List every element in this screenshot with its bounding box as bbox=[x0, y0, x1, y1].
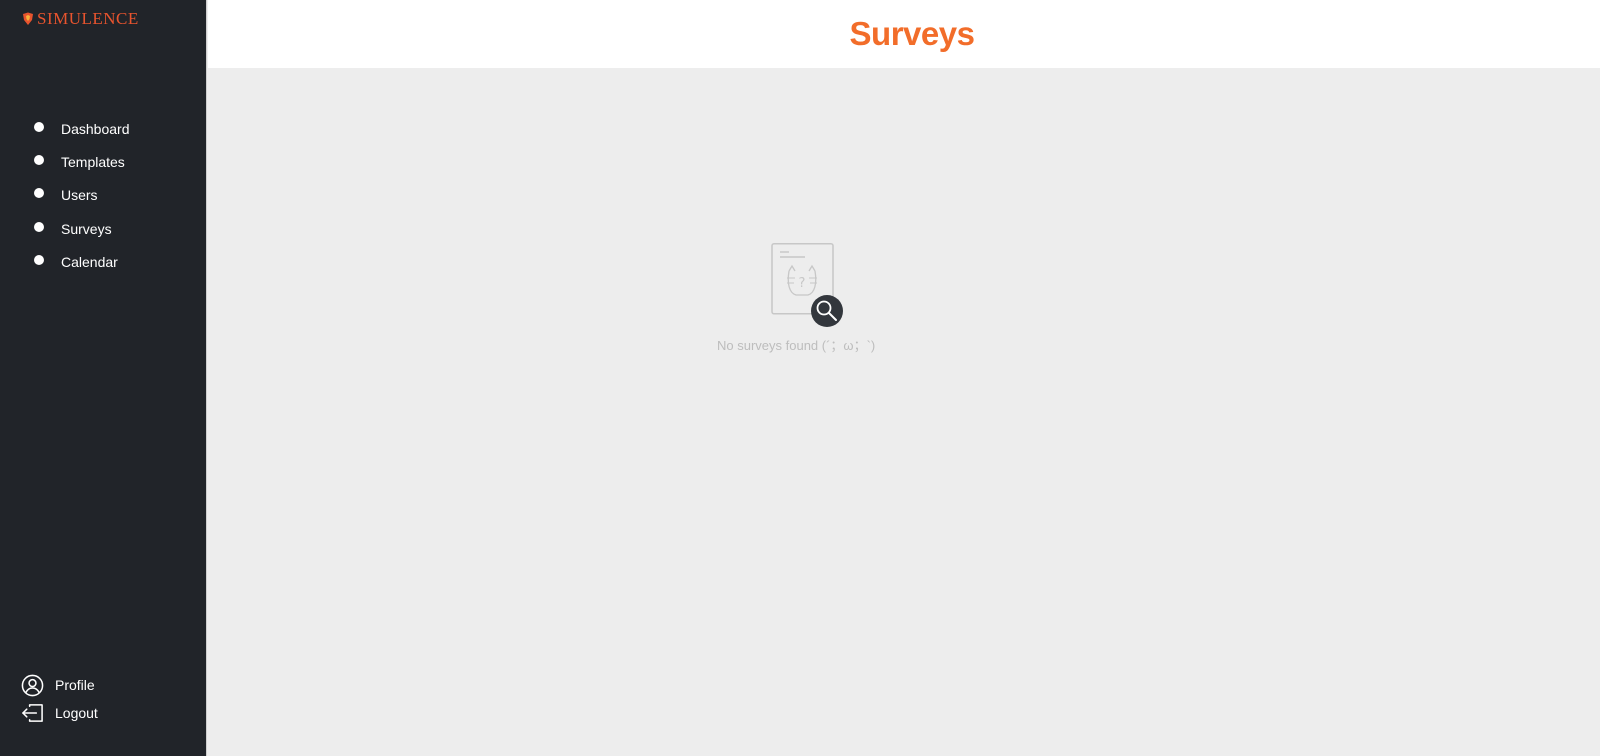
profile-label: Profile bbox=[55, 677, 95, 693]
bullet-icon bbox=[34, 188, 44, 199]
bullet-icon bbox=[34, 254, 44, 265]
bullet-icon bbox=[34, 121, 44, 132]
brand-mark-icon bbox=[23, 12, 33, 25]
sidebar-item-templates[interactable]: Templates bbox=[0, 145, 206, 178]
page-header: Surveys bbox=[208, 0, 1600, 68]
main-content: ? No surveys found (´；ω；`) bbox=[208, 68, 1600, 756]
profile-link[interactable]: Profile bbox=[20, 671, 98, 699]
logout-icon bbox=[20, 701, 44, 725]
sidebar-item-label: Calendar bbox=[61, 253, 118, 270]
logout-label: Logout bbox=[55, 705, 98, 721]
user-circle-icon bbox=[20, 673, 44, 697]
sidebar-item-label: Surveys bbox=[61, 220, 112, 237]
sidebar-item-label: Templates bbox=[61, 153, 125, 170]
sidebar-item-dashboard[interactable]: Dashboard bbox=[0, 112, 206, 145]
bullet-icon bbox=[34, 221, 44, 232]
empty-state-message: No surveys found (´；ω；`) bbox=[717, 338, 876, 353]
sidebar: SIMULENCE Dashboard Templates Users Surv… bbox=[0, 0, 207, 756]
sidebar-nav: Dashboard Templates Users Surveys Calend… bbox=[0, 112, 206, 278]
bullet-icon bbox=[34, 154, 44, 165]
empty-state-illustration: ? bbox=[763, 243, 843, 333]
no-results-icon: ? bbox=[771, 243, 843, 327]
svg-text:?: ? bbox=[799, 276, 806, 291]
brand-logo[interactable]: SIMULENCE bbox=[21, 9, 139, 29]
page-title: Surveys bbox=[849, 15, 975, 52]
sidebar-bottom-nav: Profile Logout bbox=[20, 671, 98, 727]
sidebar-item-label: Dashboard bbox=[61, 120, 130, 137]
sidebar-item-users[interactable]: Users bbox=[0, 179, 206, 212]
brand-name: SIMULENCE bbox=[37, 9, 139, 28]
sidebar-item-label: Users bbox=[61, 187, 98, 204]
sidebar-item-calendar[interactable]: Calendar bbox=[0, 245, 206, 278]
logout-link[interactable]: Logout bbox=[20, 699, 98, 727]
sidebar-item-surveys[interactable]: Surveys bbox=[0, 212, 206, 245]
